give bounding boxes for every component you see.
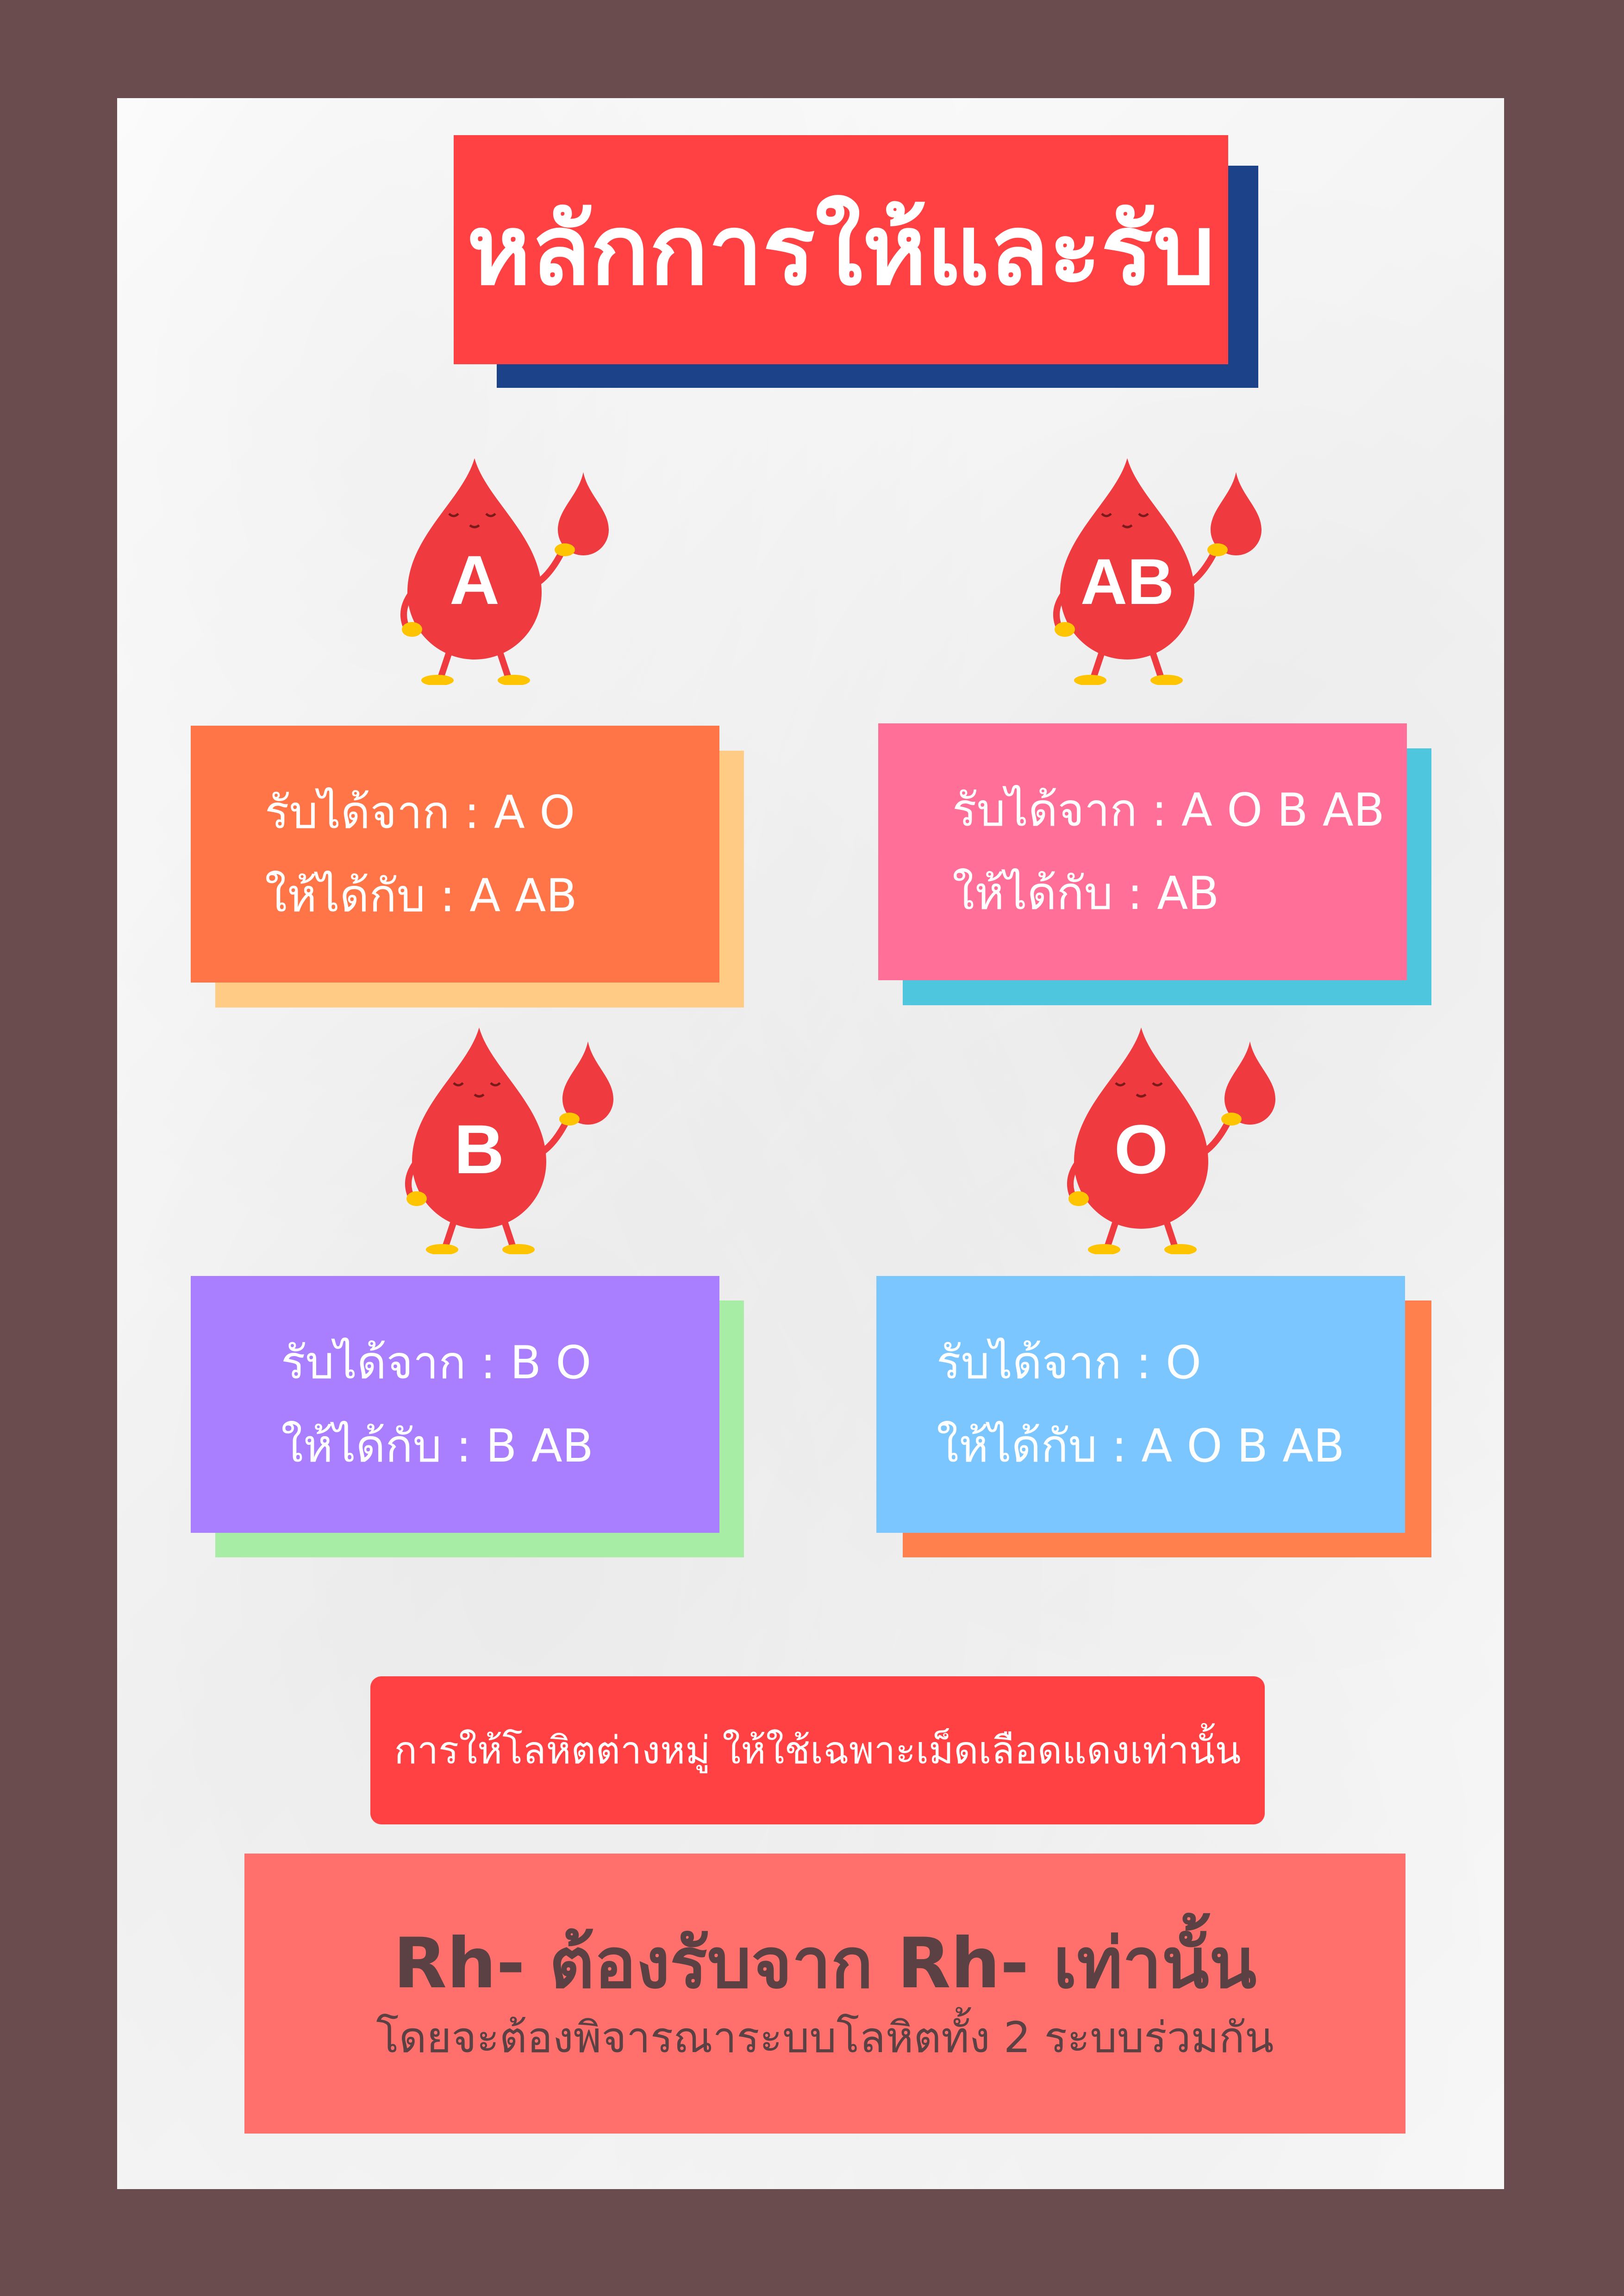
mascot-svg: AB [1053, 458, 1262, 685]
give-text: ให้ได้กับ : AB [952, 867, 1219, 920]
title-box: หลักการให้และรับ [454, 135, 1228, 364]
blood-drop-mascot-o-icon: O [1046, 1014, 1305, 1254]
mascot-label: A [450, 541, 500, 619]
mascot-svg: A [400, 458, 609, 685]
mascot-label: O [1114, 1110, 1168, 1188]
small-drop [1224, 1041, 1275, 1125]
give-text: ให้ได้กับ : A AB [265, 869, 577, 922]
rh-main-text: Rh- ต้องรับจาก Rh- เท่านั้น [393, 1923, 1257, 2004]
blood-drop-mascot-ab-icon: AB [1032, 444, 1292, 685]
rh-note-box: Rh- ต้องรับจาก Rh- เท่านั้น โดยจะต้องพิจ… [244, 1854, 1405, 2134]
blood-drop-mascot-b-icon: B [384, 1014, 643, 1254]
card-group-o: รับได้จาก : O ให้ได้กับ : A O B AB [876, 1276, 1405, 1533]
give-text: ให้ได้กับ : A O B AB [937, 1419, 1345, 1473]
card-group-ab: รับได้จาก : A O B AB ให้ได้กับ : AB [878, 723, 1407, 980]
receive-text: รับได้จาก : A O B AB [952, 784, 1385, 837]
give-text: ให้ได้กับ : B AB [281, 1419, 593, 1473]
receive-text: รับได้จาก : O [937, 1336, 1202, 1389]
mascot-svg: O [1067, 1027, 1275, 1254]
mascot-label: AB [1081, 545, 1174, 618]
rh-sub-text: โดยจะต้องพิจารณาระบบโลหิตทั้ง 2 ระบบร่วม… [376, 2012, 1274, 2062]
transfusion-note-box: การให้โลหิตต่างหมู่ ให้ใช้เฉพาะเม็ดเลือด… [370, 1676, 1265, 1824]
blood-drop-mascot-a-icon: A [380, 444, 639, 685]
page-title: หลักการให้และรับ [467, 193, 1215, 307]
mascot-svg: B [405, 1027, 613, 1254]
small-drop [562, 1041, 613, 1125]
transfusion-note: การให้โลหิตต่างหมู่ ให้ใช้เฉพาะเม็ดเลือด… [394, 1729, 1241, 1773]
small-drop [1211, 472, 1262, 555]
mascot-label: B [454, 1110, 504, 1188]
card-group-b: รับได้จาก : B O ให้ได้กับ : B AB [191, 1276, 719, 1533]
small-drop [558, 472, 609, 555]
receive-text: รับได้จาก : B O [281, 1336, 592, 1389]
card-group-a: รับได้จาก : A O ให้ได้กับ : A AB [191, 726, 719, 983]
receive-text: รับได้จาก : A O [265, 786, 575, 839]
